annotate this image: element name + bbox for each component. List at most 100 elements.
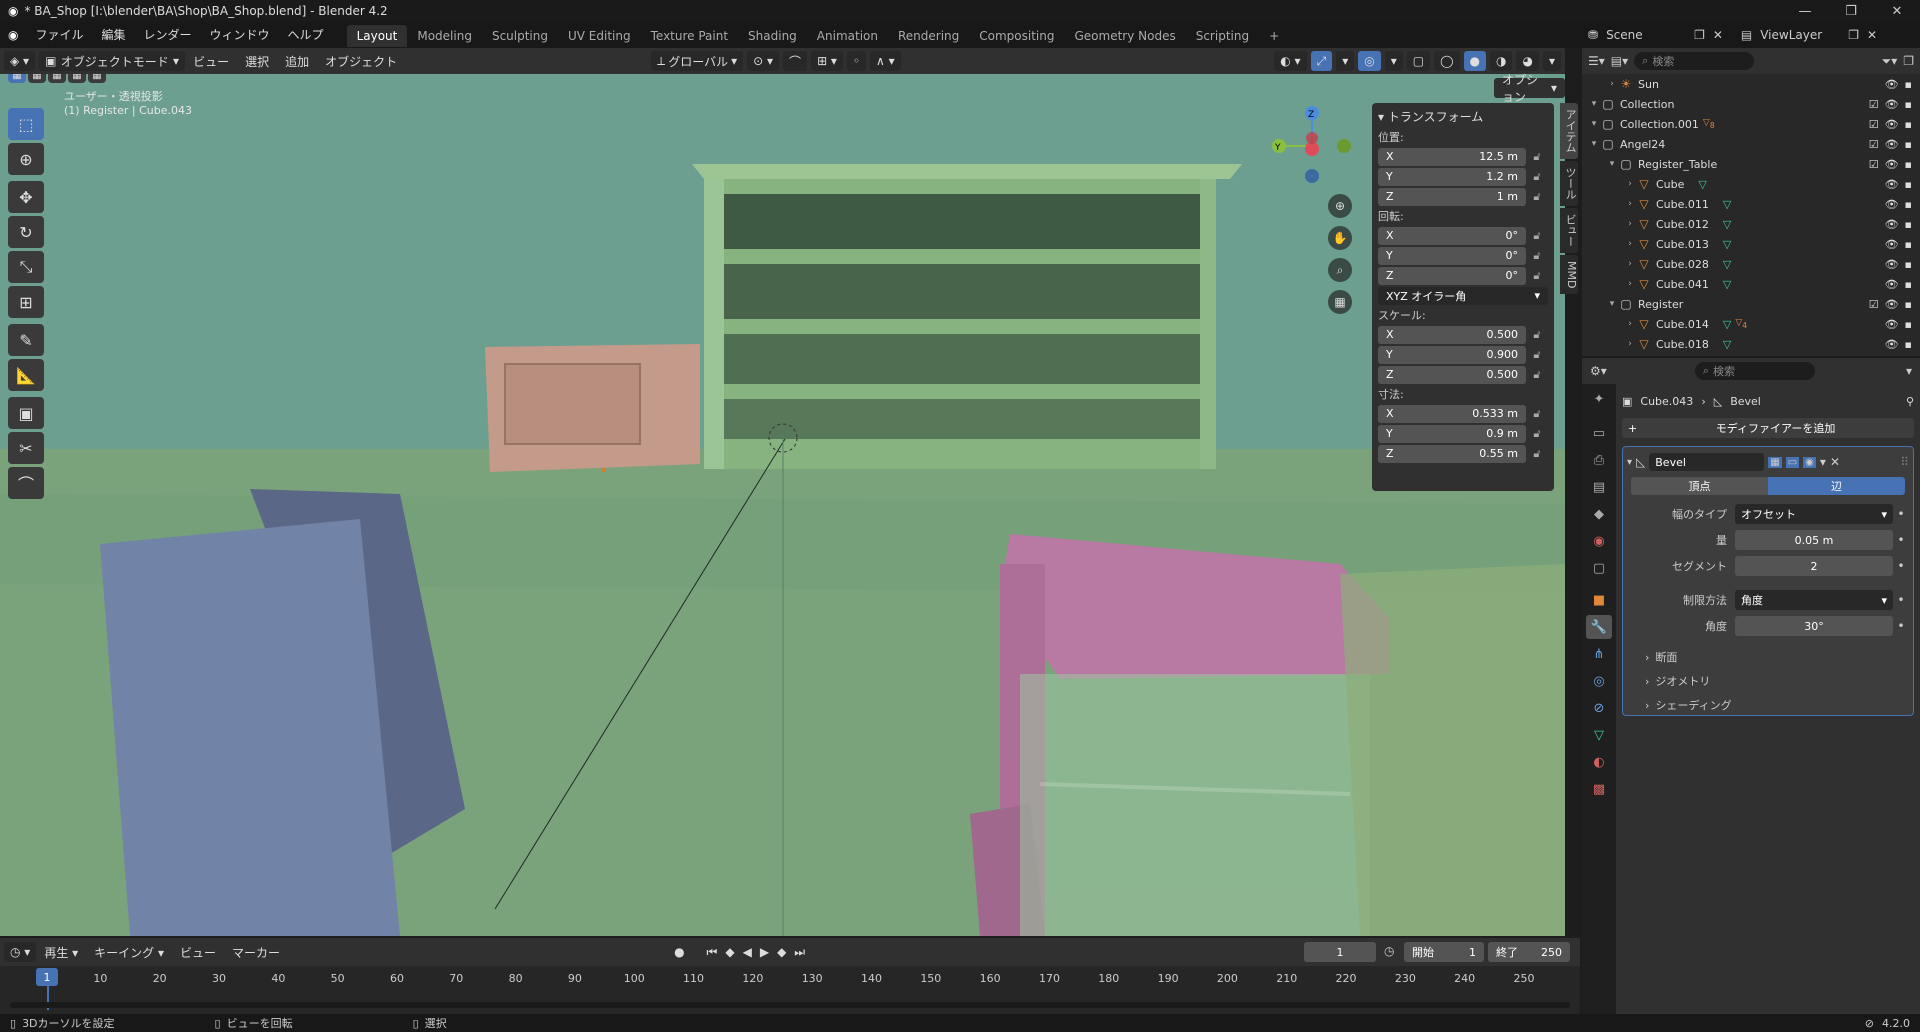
dimensions-z-field[interactable]: Z 0.55 m	[1378, 444, 1526, 463]
tab-layout[interactable]: Layout	[346, 25, 408, 47]
rotation-x-field[interactable]: X 0°	[1378, 226, 1526, 245]
edit-mode-toggle-icon[interactable]: ▦	[1768, 456, 1782, 468]
texture-props-icon[interactable]: ▩	[1586, 777, 1612, 801]
material-props-icon[interactable]: ◐	[1586, 750, 1612, 774]
scale-y-field[interactable]: Y 0.900	[1378, 345, 1526, 364]
camera-icon[interactable]: ▪	[1905, 238, 1912, 251]
camera-icon[interactable]: ▪	[1905, 118, 1912, 131]
tab-tool[interactable]: ツール	[1560, 161, 1578, 206]
select-box-tool-icon[interactable]: ⬚	[8, 108, 44, 140]
lock-icon[interactable]: 🔓︎	[1526, 249, 1548, 263]
scene-props-icon[interactable]: ◆	[1586, 502, 1612, 526]
affect-edges-button[interactable]: 辺	[1768, 477, 1905, 495]
location-y-field[interactable]: Y 1.2 m	[1378, 167, 1526, 186]
camera-icon[interactable]: ▪	[1905, 298, 1912, 311]
outliner-row[interactable]: ▾ ▢ Collection.001 ▽8 ☑ 👁︎ ▪	[1582, 114, 1920, 134]
modifier-props-icon[interactable]: 🔧	[1586, 615, 1612, 639]
render-props-icon[interactable]: ▭	[1586, 421, 1612, 445]
play-icon[interactable]: ▶	[760, 945, 769, 959]
snap-toggle[interactable]: ⌒	[783, 51, 808, 71]
navigation-gizmo[interactable]: Z Y	[1262, 96, 1352, 186]
new-view-layer-icon[interactable]: ❐	[1848, 28, 1859, 42]
output-props-icon[interactable]: ⎙	[1586, 448, 1612, 472]
expand-chevron-icon[interactable]: ›	[1624, 319, 1636, 329]
rotate-tool-icon[interactable]: ↻	[8, 216, 44, 248]
menu-object[interactable]: オブジェクト	[317, 53, 405, 70]
tab-scripting[interactable]: Scripting	[1186, 25, 1259, 47]
eye-icon[interactable]: 👁︎	[1885, 218, 1899, 231]
minimize-button[interactable]: —	[1782, 0, 1828, 22]
checkbox-icon[interactable]: ☑	[1869, 298, 1879, 311]
proportional-edit-toggle[interactable]: ◦	[846, 51, 867, 71]
camera-icon[interactable]: ▪	[1905, 258, 1912, 271]
location-x-field[interactable]: X 12.5 m	[1378, 147, 1526, 166]
menu-file[interactable]: ファイル	[26, 22, 92, 48]
jump-start-icon[interactable]: ⏮	[707, 945, 718, 960]
world-props-icon[interactable]: ◉	[1586, 529, 1612, 553]
outliner-row[interactable]: ▾ ▢ Collection ☑ 👁︎ ▪	[1582, 94, 1920, 114]
expand-chevron-icon[interactable]: ▾	[1588, 99, 1600, 109]
menu-add[interactable]: 追加	[277, 53, 317, 70]
tab-rendering[interactable]: Rendering	[888, 25, 969, 47]
checkbox-icon[interactable]: ☑	[1869, 158, 1879, 171]
shear-tool-icon[interactable]: ✂	[8, 432, 44, 464]
data-props-icon[interactable]: ▽	[1586, 723, 1612, 747]
eye-icon[interactable]: 👁︎	[1885, 78, 1899, 91]
end-frame-field[interactable]: 終了 250	[1488, 942, 1570, 962]
location-z-field[interactable]: Z 1 m	[1378, 187, 1526, 206]
lock-icon[interactable]: 🔓︎	[1526, 447, 1548, 461]
menu-select[interactable]: 選択	[237, 53, 277, 70]
timeline-editor-icon[interactable]: ◷ ▾	[4, 942, 37, 962]
dimensions-y-field[interactable]: Y 0.9 m	[1378, 424, 1526, 443]
outliner-row[interactable]: › ▽ Cube.028 ▽ 👁︎ ▪	[1582, 254, 1920, 274]
eye-icon[interactable]: 👁︎	[1885, 198, 1899, 211]
outliner-row[interactable]: › ▽ Cube.012 ▽ 👁︎ ▪	[1582, 214, 1920, 234]
properties-editor-icon[interactable]: ⚙▾	[1590, 364, 1607, 378]
subpanel-shading[interactable]: › シェーディング	[1627, 693, 1909, 717]
3d-viewport[interactable]: ユーザー・透視投影 (1) Register | Cube.043 ▦ ▦ ▦ …	[0, 74, 1565, 936]
select-intersect-icon[interactable]: ▦	[88, 74, 106, 83]
mode-selector[interactable]: ▣ オブジェクトモード ▾	[39, 51, 186, 71]
tab-item[interactable]: アイテム	[1560, 103, 1578, 159]
expand-chevron-icon[interactable]: ›	[1624, 259, 1636, 269]
lock-icon[interactable]: 🔓︎	[1526, 348, 1548, 362]
start-frame-field[interactable]: 開始 1	[1404, 942, 1484, 962]
limit-method-select[interactable]: 角度 ▾	[1735, 590, 1893, 610]
view-layer-props-icon[interactable]: ▤	[1586, 475, 1612, 499]
lock-icon[interactable]: 🔓︎	[1526, 407, 1548, 421]
lock-icon[interactable]: 🔓︎	[1526, 368, 1548, 382]
filter-icon[interactable]: ⏷▾	[1882, 54, 1898, 69]
proportional-falloff-button[interactable]: ∧ ▾	[870, 51, 901, 71]
outliner-row[interactable]: › ▽ Cube.013 ▽ 👁︎ ▪	[1582, 234, 1920, 254]
outliner-row[interactable]: ▾ ▢ Angel24 ☑ 👁︎ ▪	[1582, 134, 1920, 154]
eye-icon[interactable]: 👁︎	[1885, 138, 1899, 151]
gizmo-dropdown[interactable]: ▾	[1336, 51, 1355, 71]
pan-hand-icon[interactable]: ✋	[1328, 226, 1352, 250]
display-mode-icon[interactable]: ▤▾	[1611, 54, 1628, 68]
keyframe-dot-icon[interactable]: •	[1893, 533, 1909, 547]
outliner-row[interactable]: ▾ ▢ Register_Table ☑ 👁︎ ▪	[1582, 154, 1920, 174]
scene-name[interactable]: Scene	[1606, 28, 1686, 42]
collapse-chevron-icon[interactable]: ▾	[1627, 457, 1632, 468]
eye-icon[interactable]: 👁︎	[1885, 118, 1899, 131]
checkbox-icon[interactable]: ☑	[1869, 138, 1879, 151]
editor-type-button[interactable]: ◈ ▾	[4, 51, 36, 71]
measure-tool-icon[interactable]: 📐	[8, 359, 44, 391]
menu-render[interactable]: レンダー	[135, 22, 201, 48]
outliner-row[interactable]: › ☀ Sun 👁︎ ▪	[1582, 74, 1920, 94]
outliner-row[interactable]: › ▽ Cube ▽ 👁︎ ▪	[1582, 174, 1920, 194]
new-scene-icon[interactable]: ❐	[1694, 28, 1705, 42]
properties-search-input[interactable]: ⌕ 検索	[1694, 362, 1815, 380]
expand-chevron-icon[interactable]: ▾	[1588, 119, 1600, 129]
keyframe-dot-icon[interactable]: •	[1893, 559, 1909, 573]
overlay-dropdown[interactable]: ▾	[1384, 51, 1403, 71]
transform-header[interactable]: ▾ トランスフォーム	[1378, 107, 1548, 127]
outliner-row[interactable]: ▾ ▢ Register ☑ 👁︎ ▪	[1582, 294, 1920, 314]
segments-field[interactable]: 2	[1735, 556, 1893, 576]
eye-icon[interactable]: 👁︎	[1885, 338, 1899, 351]
move-tool-icon[interactable]: ✥	[8, 181, 44, 213]
expand-chevron-icon[interactable]: ›	[1624, 199, 1636, 209]
affect-vertices-button[interactable]: 頂点	[1631, 477, 1768, 495]
eye-icon[interactable]: 👁︎	[1885, 178, 1899, 191]
rotation-y-field[interactable]: Y 0°	[1378, 246, 1526, 265]
